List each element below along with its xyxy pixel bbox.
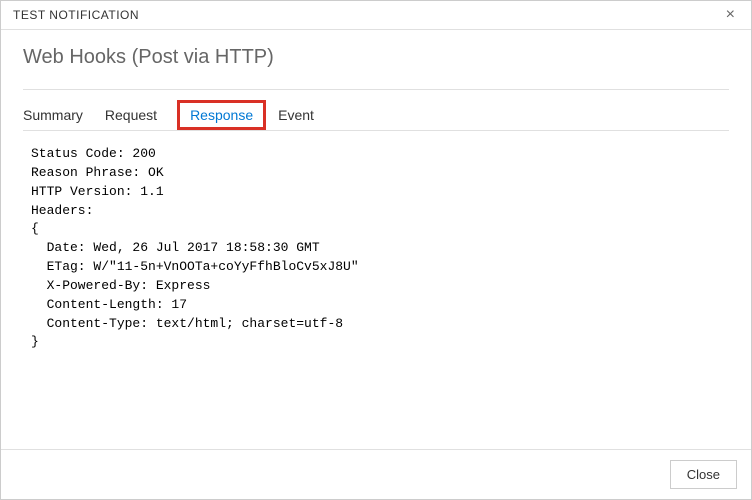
close-icon[interactable]: × bbox=[722, 7, 739, 23]
tab-response[interactable]: Response bbox=[177, 100, 266, 130]
dialog-header: TEST NOTIFICATION × bbox=[1, 1, 751, 30]
tab-content: Status Code: 200 Reason Phrase: OK HTTP … bbox=[23, 131, 729, 439]
dialog-footer: Close bbox=[1, 449, 751, 499]
tab-summary[interactable]: Summary bbox=[23, 103, 83, 127]
tab-event[interactable]: Event bbox=[278, 103, 314, 127]
tab-request[interactable]: Request bbox=[105, 103, 157, 127]
page-title: Web Hooks (Post via HTTP) bbox=[23, 46, 729, 69]
dialog-title: TEST NOTIFICATION bbox=[13, 8, 139, 22]
dialog-body: Web Hooks (Post via HTTP) Summary Reques… bbox=[1, 30, 751, 449]
tabs: Summary Request Response Event bbox=[23, 90, 729, 131]
close-button[interactable]: Close bbox=[670, 460, 737, 489]
response-body: Status Code: 200 Reason Phrase: OK HTTP … bbox=[31, 145, 721, 352]
